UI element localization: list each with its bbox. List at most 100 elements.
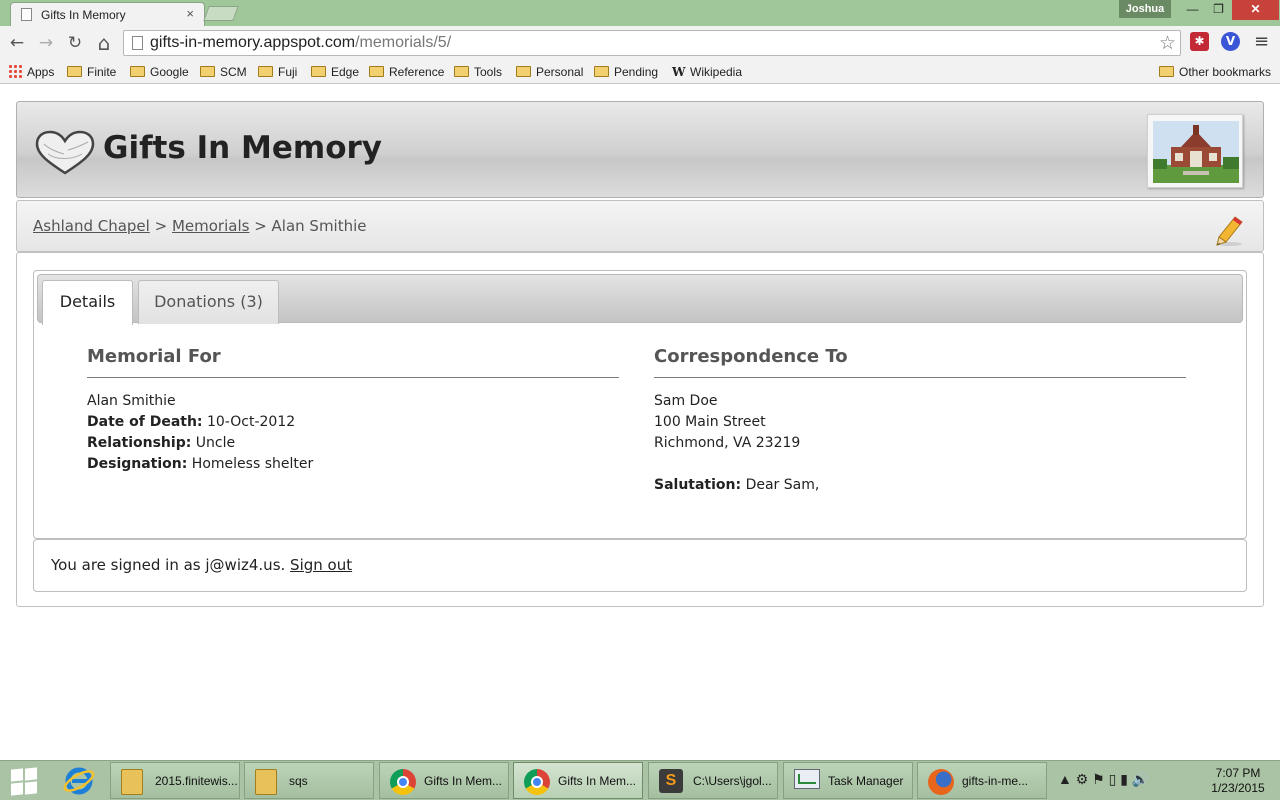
system-tray-icons[interactable]: ▲ ⚙ ⚑ ▯ ▮ 🔊	[1058, 771, 1149, 788]
bookmarks-bar: Apps Finite Google SCM Fuji Edge Referen…	[0, 60, 1280, 84]
page-icon	[21, 8, 32, 21]
browser-tab-active[interactable]: Gifts In Memory ×	[10, 2, 205, 26]
taskbar-item-firefox[interactable]: gifts-in-me...	[917, 762, 1047, 799]
bookmark-label: Google	[150, 65, 189, 79]
windows-logo-pane	[11, 782, 23, 796]
chrome-icon	[524, 769, 550, 795]
signin-text: You are signed in as j@wiz4.us.	[51, 556, 291, 574]
url-text: gifts-in-memory.appspot.com/memorials/5/	[150, 34, 451, 52]
tab-donations[interactable]: Donations (3)	[138, 280, 279, 324]
taskbar-item-explorer[interactable]: sqs	[244, 762, 374, 799]
windows-logo-pane	[11, 768, 23, 782]
chrome-menu-icon[interactable]: ≡	[1254, 31, 1269, 52]
tab-title: Gifts In Memory	[41, 8, 126, 22]
taskbar-item-sublime[interactable]: S C:\Users\jgol...	[648, 762, 778, 799]
bookmark-wikipedia[interactable]: W Wikipedia	[672, 63, 742, 81]
date-of-death-value: 10-Oct-2012	[202, 414, 296, 430]
other-bookmarks[interactable]: Other bookmarks	[1159, 63, 1271, 81]
bookmark-label: Pending	[614, 65, 659, 79]
relationship-label: Relationship:	[87, 435, 192, 451]
windows-start-button[interactable]	[10, 767, 38, 796]
folder-icon	[454, 66, 469, 77]
chrome-icon	[390, 769, 416, 795]
address-bar[interactable]: gifts-in-memory.appspot.com/memorials/5/…	[123, 30, 1181, 56]
bookmark-label: Personal	[536, 65, 584, 79]
bookmark-star-icon[interactable]: ☆	[1159, 32, 1176, 55]
taskbar-label: C:\Users\jgol...	[693, 774, 772, 788]
folder-icon	[369, 66, 384, 77]
taskbar-label: Gifts In Mem...	[558, 774, 637, 788]
extension-red-icon[interactable]: ✱	[1190, 32, 1209, 51]
folder-icon	[255, 769, 281, 795]
folder-icon	[1159, 66, 1174, 77]
designation-label: Designation:	[87, 456, 188, 472]
breadcrumb-link-memorials[interactable]: Memorials	[172, 217, 249, 235]
page-icon	[132, 36, 143, 50]
profile-user-badge[interactable]: Joshua	[1119, 0, 1171, 18]
designation-value: Homeless shelter	[187, 456, 314, 472]
url-host: gifts-in-memory.appspot.com	[150, 34, 356, 51]
taskbar-item-chrome-active[interactable]: Gifts In Mem...	[513, 762, 643, 799]
taskbar-label: gifts-in-me...	[962, 774, 1029, 788]
taskbar-item-explorer[interactable]: 2015.finitewis...	[110, 762, 240, 799]
firefox-icon	[928, 769, 954, 795]
bookmark-label: Apps	[27, 65, 55, 79]
taskbar-label: Task Manager	[828, 774, 904, 788]
edit-pencil-icon[interactable]	[1215, 215, 1245, 247]
close-window-button[interactable]: ✕	[1232, 0, 1279, 20]
wikipedia-icon: W	[672, 65, 686, 79]
signin-panel: You are signed in as j@wiz4.us. Sign out	[33, 539, 1247, 592]
bookmark-folder[interactable]: Personal	[516, 63, 583, 81]
bookmark-folder[interactable]: Finite	[67, 63, 116, 81]
bookmark-apps[interactable]: Apps	[8, 63, 54, 81]
bookmark-label: Wikipedia	[690, 65, 743, 79]
internet-explorer-icon[interactable]	[62, 764, 100, 798]
folder-icon	[594, 66, 609, 77]
taskbar-item-chrome[interactable]: Gifts In Mem...	[379, 762, 509, 799]
bookmark-folder[interactable]: Tools	[454, 63, 502, 81]
correspondence-heading: Correspondence To	[654, 346, 1186, 378]
minimize-button[interactable]: —	[1178, 0, 1207, 20]
browser-toolbar: ← → ↻ ⌂ gifts-in-memory.appspot.com/memo…	[0, 26, 1280, 60]
correspondence-section: Correspondence To Sam Doe 100 Main Stree…	[654, 346, 1186, 496]
tabs-panel: Details Donations (3) Memorial For Alan …	[33, 270, 1247, 539]
close-tab-icon[interactable]: ×	[186, 6, 194, 21]
folder-icon	[130, 66, 145, 77]
folder-icon	[121, 769, 147, 795]
forward-button[interactable]: →	[35, 32, 57, 54]
bookmark-label: SCM	[220, 65, 247, 79]
bookmark-folder[interactable]: Google	[130, 63, 189, 81]
maximize-button[interactable]: ❐	[1204, 0, 1233, 20]
bookmark-label: Other bookmarks	[1179, 65, 1272, 79]
back-button[interactable]: ←	[6, 32, 28, 54]
memorial-for-heading: Memorial For	[87, 346, 619, 378]
url-path: /memorials/5/	[355, 34, 452, 51]
sign-out-link[interactable]: Sign out	[290, 556, 352, 574]
chapel-image	[1153, 121, 1239, 183]
taskbar-item-task-manager[interactable]: Task Manager	[783, 762, 913, 799]
tab-details[interactable]: Details	[42, 280, 133, 325]
taskbar-label: 2015.finitewis...	[155, 774, 238, 788]
browser-titlebar: Gifts In Memory × Joshua — ❐ ✕	[0, 0, 1280, 26]
folder-icon	[311, 66, 326, 77]
signin-status: You are signed in as j@wiz4.us. Sign out	[51, 556, 352, 574]
ie-logo-icon	[63, 767, 95, 795]
folder-icon	[67, 66, 82, 77]
salutation-value: Dear Sam,	[741, 477, 820, 493]
new-tab-button[interactable]	[203, 6, 239, 21]
bookmark-folder[interactable]: SCM	[200, 63, 247, 81]
taskbar-clock[interactable]: 7:07 PM 1/23/2015	[1200, 766, 1276, 796]
taskbar-label: sqs	[289, 774, 308, 788]
bookmark-folder[interactable]: Fuji	[258, 63, 297, 81]
bookmark-folder[interactable]: Reference	[369, 63, 444, 81]
bookmark-folder[interactable]: Edge	[311, 63, 359, 81]
correspondence-street: 100 Main Street	[654, 414, 766, 430]
breadcrumb-link-org[interactable]: Ashland Chapel	[33, 217, 150, 235]
reload-button[interactable]: ↻	[64, 32, 86, 54]
extension-blue-icon[interactable]: V	[1221, 32, 1240, 51]
clock-time: 7:07 PM	[1215, 766, 1261, 780]
breadcrumb-bar: Ashland Chapel > Memorials > Alan Smithi…	[16, 200, 1264, 252]
bookmark-folder[interactable]: Pending	[594, 63, 658, 81]
home-button[interactable]: ⌂	[93, 32, 115, 54]
